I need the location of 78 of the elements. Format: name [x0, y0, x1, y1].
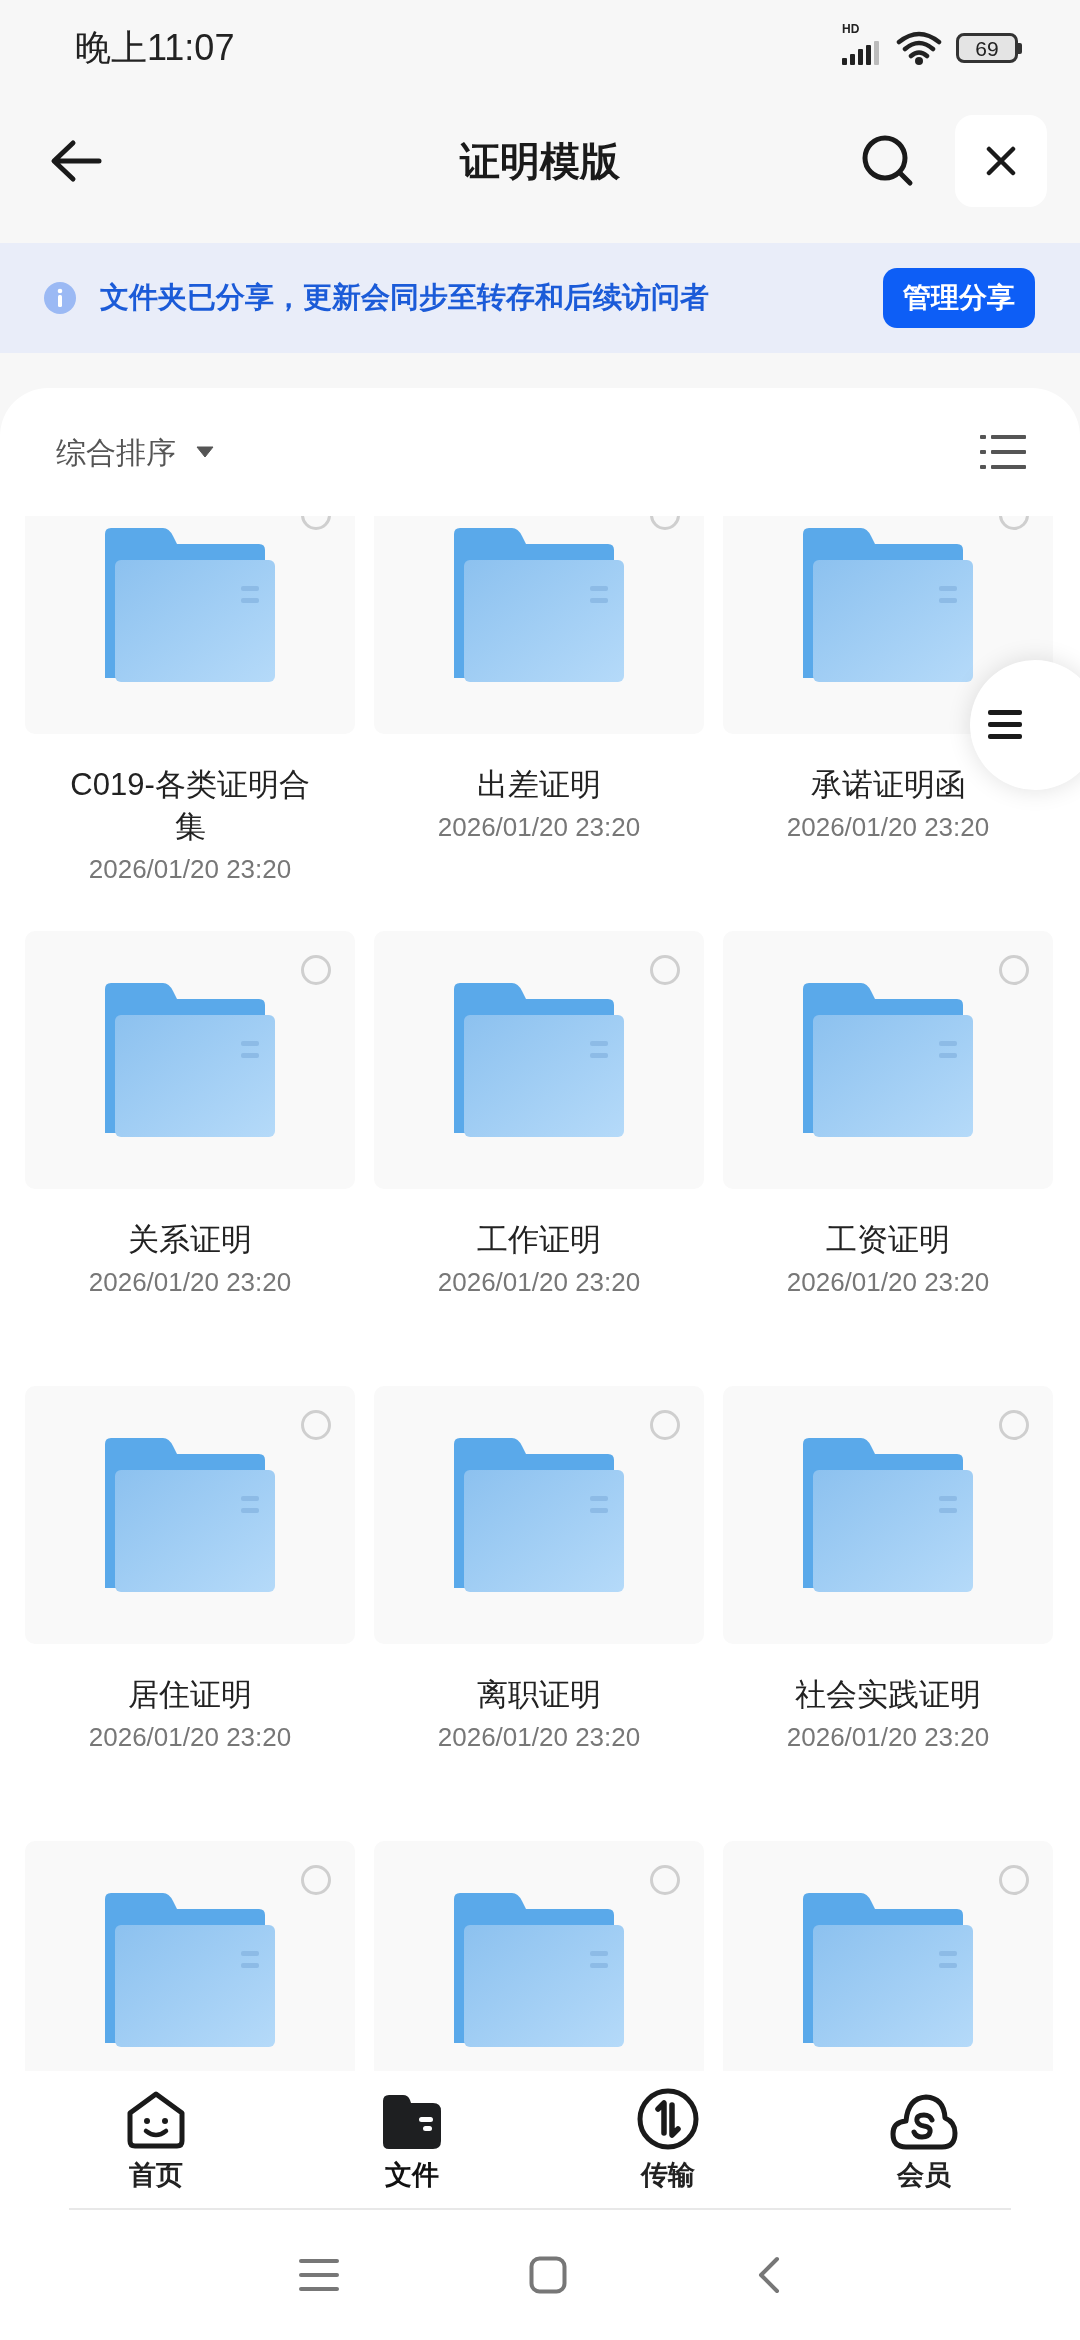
battery-level: 69: [975, 37, 999, 59]
caret-icon: [196, 446, 214, 458]
select-checkbox[interactable]: [650, 1410, 680, 1440]
select-checkbox[interactable]: [650, 955, 680, 985]
folder-tile[interactable]: [723, 1386, 1053, 1644]
folder-name: 关系证明: [128, 1221, 252, 1259]
modified-date: 2026/01/20 23:20: [88, 853, 292, 886]
share-notice: 文件夹已分享，更新会同步至转存和后续访问者: [100, 280, 710, 316]
signal-icon: [842, 41, 882, 65]
back-chevron-icon[interactable]: [757, 2256, 781, 2294]
close-button[interactable]: [955, 115, 1047, 207]
menu-icon: [988, 710, 1022, 740]
page-title: 证明模版: [460, 138, 620, 185]
folder-tile[interactable]: [374, 1386, 704, 1644]
status-time: 晚上11:07: [75, 26, 235, 70]
close-icon: [986, 146, 1016, 176]
folder-icon: [803, 1438, 973, 1592]
folder-name: C019-各类证明合集: [69, 766, 311, 846]
select-checkbox[interactable]: [301, 1410, 331, 1440]
folder-icon: [454, 1438, 624, 1592]
modified-date: 2026/01/20 23:20: [786, 811, 990, 844]
folder-tile[interactable]: [374, 516, 704, 734]
list-view-button[interactable]: [980, 432, 1028, 472]
folder-icon: [454, 1893, 624, 2047]
folder-tile[interactable]: [374, 1841, 704, 2071]
folder-icon: [105, 983, 275, 1137]
menu-icon[interactable]: [299, 2258, 339, 2292]
select-checkbox[interactable]: [301, 955, 331, 985]
modified-date: 2026/01/20 23:20: [786, 1266, 990, 1299]
folder-name: 出差证明: [477, 766, 601, 804]
folder-name: 工资证明: [826, 1221, 950, 1259]
folder-icon: [105, 1438, 275, 1592]
modified-date: 2026/01/20 23:20: [88, 1266, 292, 1299]
transfer-arrows-icon: [636, 2086, 700, 2151]
select-checkbox[interactable]: [999, 1410, 1029, 1440]
cloud-icon: [890, 2092, 958, 2151]
select-checkbox[interactable]: [999, 955, 1029, 985]
folder-name: 承诺证明函: [810, 766, 966, 804]
back-arrow-icon: [49, 139, 103, 183]
folder-tile[interactable]: [25, 931, 355, 1189]
manage-share-button[interactable]: 管理分享: [883, 268, 1035, 328]
folder-name: 工作证明: [477, 1221, 601, 1259]
folder-tile[interactable]: [723, 1841, 1053, 2071]
modified-date: 2026/01/20 23:20: [437, 1266, 641, 1299]
network-type: HD: [842, 23, 860, 35]
modified-date: 2026/01/20 23:20: [437, 1721, 641, 1754]
folder-icon: [803, 528, 973, 682]
folder-icon: [105, 528, 275, 682]
folder-tile[interactable]: [723, 931, 1053, 1189]
folder-name: 居住证明: [128, 1676, 252, 1714]
sort-dropdown[interactable]: 综合排序: [56, 429, 214, 475]
info-icon: [44, 282, 76, 314]
list-icon: [980, 434, 1026, 470]
folder-icon: [803, 1893, 973, 2047]
select-checkbox[interactable]: [301, 1865, 331, 1895]
folder-icon: [454, 983, 624, 1137]
folder-tile[interactable]: [25, 1386, 355, 1644]
folder-icon: [803, 983, 973, 1137]
select-checkbox[interactable]: [650, 1865, 680, 1895]
folder-tile[interactable]: [723, 516, 1053, 734]
modified-date: 2026/01/20 23:20: [786, 1721, 990, 1754]
modified-date: 2026/01/20 23:20: [88, 1721, 292, 1754]
nav-tab[interactable]: 文件: [284, 2072, 540, 2208]
nav-tab[interactable]: 首页: [28, 2072, 284, 2208]
folder-tile[interactable]: [25, 1841, 355, 2071]
folder-icon: [105, 1893, 275, 2047]
home-square-icon[interactable]: [529, 2256, 567, 2294]
wifi-icon: [896, 30, 942, 66]
nav-tab[interactable]: 传输: [540, 2072, 796, 2208]
select-checkbox[interactable]: [999, 1865, 1029, 1895]
folder-icon: [381, 2092, 443, 2151]
folder-name: 社会实践证明: [795, 1676, 981, 1714]
modified-date: 2026/01/20 23:20: [437, 811, 641, 844]
folder-icon: [454, 528, 624, 682]
nav-tab[interactable]: 会员: [796, 2072, 1052, 2208]
folder-name: 离职证明: [477, 1676, 601, 1714]
folder-tile[interactable]: [25, 516, 355, 734]
folder-tile[interactable]: [374, 931, 704, 1189]
